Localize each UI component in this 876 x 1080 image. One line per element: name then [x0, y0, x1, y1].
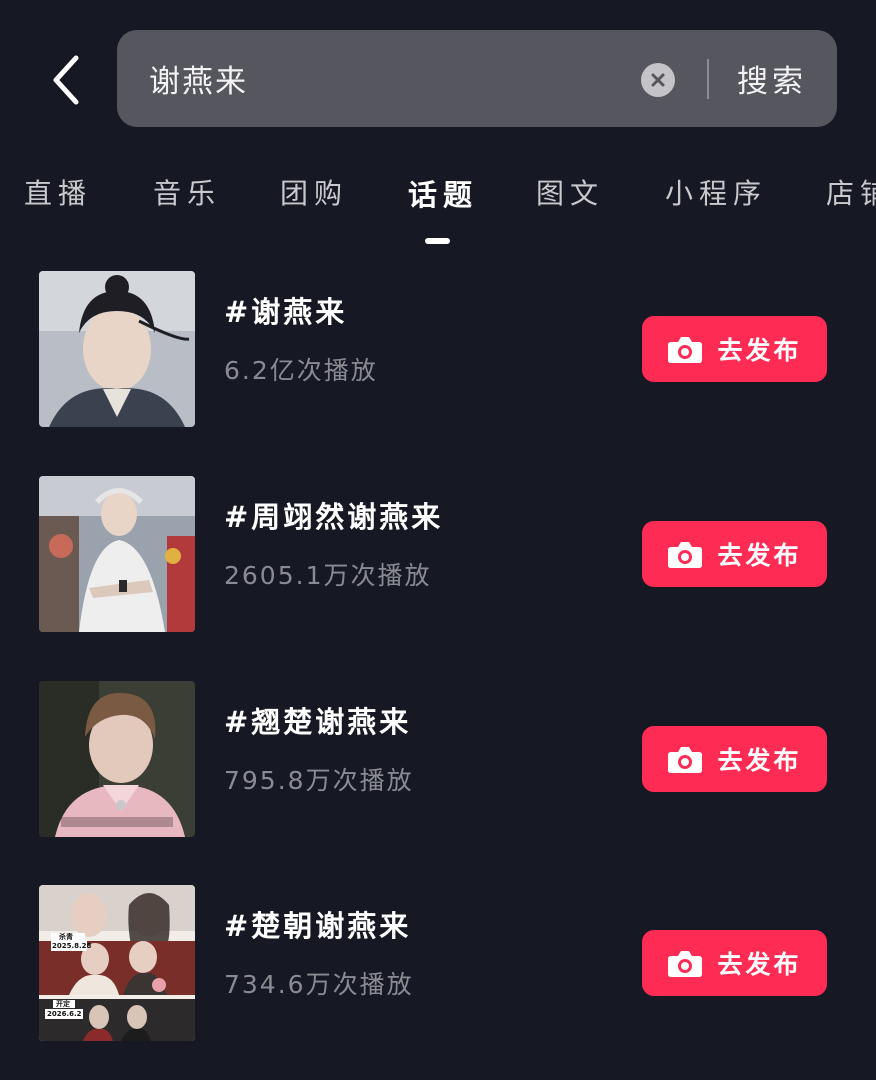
topic-title: #翘楚谢燕来: [224, 705, 412, 739]
tab-mini-programs[interactable]: 小程序: [665, 172, 767, 212]
publish-button[interactable]: 去发布: [642, 726, 827, 792]
search-input[interactable]: 谢燕来: [149, 30, 619, 127]
topic-row[interactable]: #翘楚谢燕来 795.8万次播放 去发布: [0, 681, 876, 841]
thumbnail-caption: 杀青: [59, 933, 73, 941]
thumbnail-caption: 2026.6.2: [47, 1010, 82, 1018]
tab-posts[interactable]: 图文: [536, 172, 604, 212]
publish-button-label: 去发布: [717, 336, 802, 365]
tab-live[interactable]: 直播: [24, 172, 92, 212]
tab-topics[interactable]: 话题: [408, 172, 478, 214]
clear-circle-icon: [651, 73, 665, 87]
search-bar: 谢燕来 搜索: [117, 30, 837, 127]
topic-title: #楚朝谢燕来: [224, 909, 412, 943]
clear-search-button[interactable]: [641, 63, 675, 97]
topic-play-count: 734.6万次播放: [224, 970, 414, 999]
topic-play-count: 795.8万次播放: [224, 766, 414, 795]
camera-icon: [668, 542, 703, 568]
thumbnail-caption: 开定: [56, 1000, 70, 1008]
topic-title: #谢燕来: [224, 295, 348, 329]
publish-button-label: 去发布: [717, 950, 802, 979]
topic-thumbnail: [39, 271, 195, 427]
back-button[interactable]: [36, 44, 96, 116]
topic-thumbnail: 杀青 2025.8.28 开定 2026.6.2: [39, 885, 195, 1041]
thumbnail-caption: 2025.8.28: [52, 942, 92, 950]
topic-row[interactable]: #谢燕来 6.2亿次播放 去发布: [0, 271, 876, 431]
topic-row[interactable]: 杀青 2025.8.28 开定 2026.6.2 #楚朝谢燕来 734.6万次播…: [0, 885, 876, 1045]
tab-shops[interactable]: 店铺: [826, 172, 876, 212]
chevron-left-icon: [53, 55, 79, 105]
camera-icon: [668, 747, 703, 773]
topic-thumbnail: [39, 476, 195, 632]
tab-group-buy[interactable]: 团购: [280, 172, 348, 212]
camera-icon: [668, 951, 703, 977]
publish-button[interactable]: 去发布: [642, 930, 827, 996]
topic-row[interactable]: #周翊然谢燕来 2605.1万次播放 去发布: [0, 476, 876, 636]
tab-music[interactable]: 音乐: [153, 172, 221, 212]
camera-icon: [668, 337, 703, 363]
topic-play-count: 2605.1万次播放: [224, 561, 432, 590]
topic-title: #周翊然谢燕来: [224, 500, 444, 534]
search-divider: [707, 59, 709, 99]
publish-button-label: 去发布: [717, 746, 802, 775]
category-tabs: 直播 音乐 团购 话题 图文 小程序 店铺: [0, 160, 876, 250]
publish-button[interactable]: 去发布: [642, 521, 827, 587]
publish-button[interactable]: 去发布: [642, 316, 827, 382]
topic-play-count: 6.2亿次播放: [224, 356, 378, 385]
search-submit-button[interactable]: 搜索: [737, 30, 807, 127]
active-tab-indicator: [425, 238, 450, 244]
topic-thumbnail: [39, 681, 195, 837]
publish-button-label: 去发布: [717, 541, 802, 570]
search-results-page: 谢燕来 搜索 直播 音乐 团购 话题 图文 小程序 店铺: [0, 0, 876, 1080]
